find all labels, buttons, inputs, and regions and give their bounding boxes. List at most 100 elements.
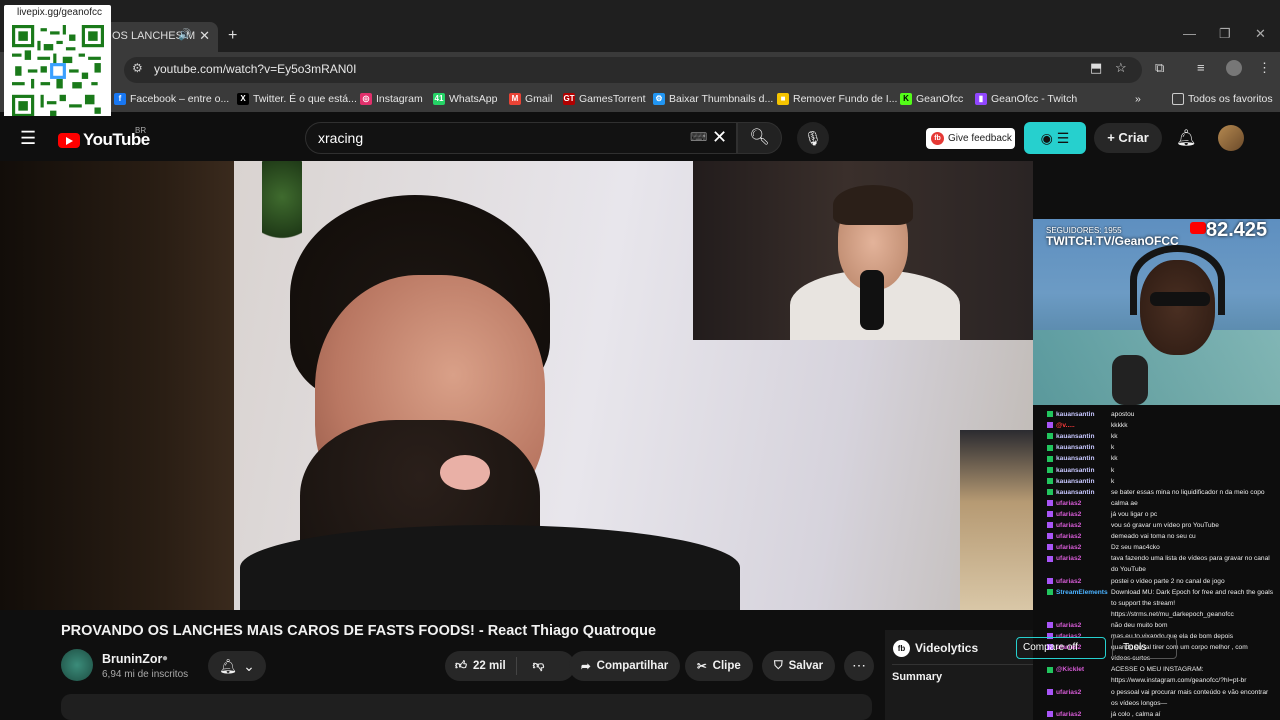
verified-icon: ● [162, 653, 169, 664]
chat-text: apostou [1111, 411, 1135, 418]
youtube-badge-icon [1190, 222, 1206, 234]
bell-icon: 🔔︎ [219, 657, 237, 674]
bookmark-star-icon[interactable]: ☆ [1115, 60, 1127, 76]
clear-search-icon[interactable]: ✕ [712, 127, 727, 148]
chat-badge-icon [1047, 688, 1053, 695]
thumbnails-icon: ⚙ [653, 93, 665, 105]
menu-dots-icon[interactable]: ⋮ [1258, 60, 1271, 76]
profile-icon[interactable] [1226, 60, 1242, 76]
chat-badge-icon [1047, 544, 1053, 551]
chat-badge-icon [1047, 666, 1053, 673]
chat-text: https://www.instagram.com/geanofcc/?hl=p… [1111, 677, 1247, 685]
give-feedback-button[interactable]: fb Give feedback [926, 128, 1015, 149]
keyboard-icon[interactable]: ⌨ [690, 130, 707, 144]
bookmark-icon: ⛉ [774, 659, 783, 672]
bookmark-thumbnails[interactable]: ⚙ Baixar Thumbnails d... [653, 93, 773, 105]
share-button[interactable]: ➦ Compartilhar [569, 651, 681, 681]
bookmark-twitter[interactable]: X Twitter. É o que está... [237, 93, 357, 105]
voice-search-button[interactable]: 🎙 [797, 122, 829, 154]
close-tab-icon[interactable]: ✕ [199, 28, 210, 44]
compare-toggle[interactable]: Compare off [1016, 637, 1106, 659]
media-control-icon[interactable]: ≡ [1197, 60, 1205, 75]
bookmark-gamestorrent[interactable]: GT GamesTorrent [563, 93, 646, 105]
search-input[interactable] [305, 122, 737, 154]
site-settings-icon[interactable]: ⚙ [132, 61, 143, 75]
chat-message: @v..... kkkkk [1047, 420, 1277, 431]
new-tab-icon[interactable]: + [228, 27, 237, 45]
clip-button[interactable]: ✂ Clipe [685, 651, 753, 681]
chat-message: to support the stream! [1047, 598, 1277, 609]
chat-badge-icon [1047, 511, 1053, 518]
bookmark-instagram[interactable]: ◎ Instagram [360, 93, 423, 105]
qr-overlay: livepix.gg/geanofcc [4, 5, 111, 122]
chat-username: @Kicklet [1056, 666, 1085, 674]
notifications-bell-icon[interactable]: 🔔︎ [1176, 128, 1196, 148]
browser-tab[interactable]: OS LANCHES M 🔊 ✕ [100, 22, 218, 52]
chat-badge-icon [1047, 588, 1053, 595]
chat-message: kauansantin se bater essas mina no liquid… [1047, 487, 1277, 498]
hamburger-menu-icon[interactable]: ☰ [20, 128, 36, 149]
extensions-icon[interactable]: ⧉ [1155, 60, 1164, 76]
qr-url-text: livepix.gg/geanofcc [16, 7, 103, 18]
tools-button[interactable]: Tools [1112, 637, 1177, 659]
bookmark-kick[interactable]: K GeanOfcc [900, 93, 963, 105]
minimize-icon[interactable]: — [1183, 26, 1196, 41]
user-avatar[interactable] [1218, 125, 1244, 151]
qr-code-icon [12, 25, 104, 117]
bookmark-facebook[interactable]: f Facebook – entre o... [114, 93, 229, 105]
search-value[interactable]: xracing [318, 130, 363, 146]
bookmark-remove-bg[interactable]: ■ Remover Fundo de I... [777, 93, 897, 105]
bookmark-twitch[interactable]: ▮ GeanOfcc - Twitch [975, 93, 1077, 105]
chat-username: kauansantin [1056, 444, 1095, 452]
bookmarks-overflow-icon[interactable]: » [1135, 93, 1141, 105]
youtube-play-icon [58, 132, 80, 148]
restore-icon[interactable]: ❐ [1219, 26, 1231, 42]
subscription-bell-button[interactable]: 🔔︎ ⌄ [208, 651, 266, 681]
all-favorites[interactable]: Todos os favoritos [1172, 93, 1273, 105]
chat-message: @Kicklet ACESSE O MEU INSTAGRAM: [1047, 664, 1277, 675]
chat-badge-icon [1047, 533, 1053, 540]
summary-tab[interactable]: Summary [892, 671, 942, 683]
chat-badge-icon [1047, 411, 1053, 418]
chat-text: já colo , calma aí [1111, 710, 1161, 718]
url-text[interactable]: youtube.com/watch?v=Ey5o3mRAN0I [154, 62, 356, 76]
speaker-icon[interactable]: 🔊 [178, 28, 192, 41]
chat-message: ufarias2 não deu muito bom [1047, 620, 1277, 631]
chat-text: kk [1111, 433, 1118, 441]
chat-text: do YouTube [1111, 566, 1146, 574]
videolytics-toggle-button[interactable]: ◉ ☰ [1024, 122, 1086, 154]
search-button[interactable]: 🔍︎ [737, 122, 782, 154]
create-button[interactable]: + Criar [1094, 123, 1162, 153]
thumbs-up-icon: 👍︎ [455, 660, 468, 672]
search-icon: 🔍︎ [749, 129, 770, 146]
chat-text: to support the stream! [1111, 599, 1176, 607]
channel-avatar[interactable] [61, 649, 93, 681]
bookmark-whatsapp[interactable]: 41 WhatsApp [433, 93, 497, 105]
chat-username: ufarias2 [1056, 577, 1082, 585]
chat-username: ufarias2 [1056, 555, 1082, 563]
chat-text: postei o vídeo parte 2 no canal de jogo [1111, 577, 1225, 585]
chat-text: kkkkk [1111, 422, 1128, 430]
webcam-microphone [1112, 355, 1148, 405]
chat-message: ufarias2 vou só gravar um vídeo pro YouTu… [1047, 520, 1277, 531]
chat-text: vou só gravar um vídeo pro YouTube [1111, 522, 1219, 529]
save-button[interactable]: ⛉ Salvar [762, 651, 836, 681]
like-button[interactable]: 👍︎ 22 mil [445, 657, 517, 675]
chat-message: kauansantin k [1047, 465, 1277, 476]
chat-badge-icon [1047, 466, 1053, 473]
gamestorrent-icon: GT [563, 93, 575, 105]
instagram-icon: ◎ [360, 93, 372, 105]
install-app-icon[interactable]: ⬒ [1090, 60, 1102, 76]
bookmark-gmail[interactable]: M Gmail [509, 93, 552, 105]
dislike-button[interactable]: 👎︎ [523, 659, 555, 673]
chat-username: kauansantin [1056, 466, 1095, 474]
channel-name[interactable]: BruninZor [102, 652, 162, 666]
chat-text: se bater essas mina no liquidificador n … [1111, 488, 1265, 496]
chat-message: ufarias2 calma ae [1047, 498, 1277, 509]
close-window-icon[interactable]: ✕ [1255, 26, 1266, 42]
description-box[interactable] [61, 694, 872, 720]
chat-username: kauansantin [1056, 488, 1095, 496]
more-actions-button[interactable]: ⋯ [844, 651, 874, 681]
chat-username: kauansantin [1056, 477, 1095, 485]
videolytics-menu-icon: ◉ ☰ [1040, 130, 1070, 146]
